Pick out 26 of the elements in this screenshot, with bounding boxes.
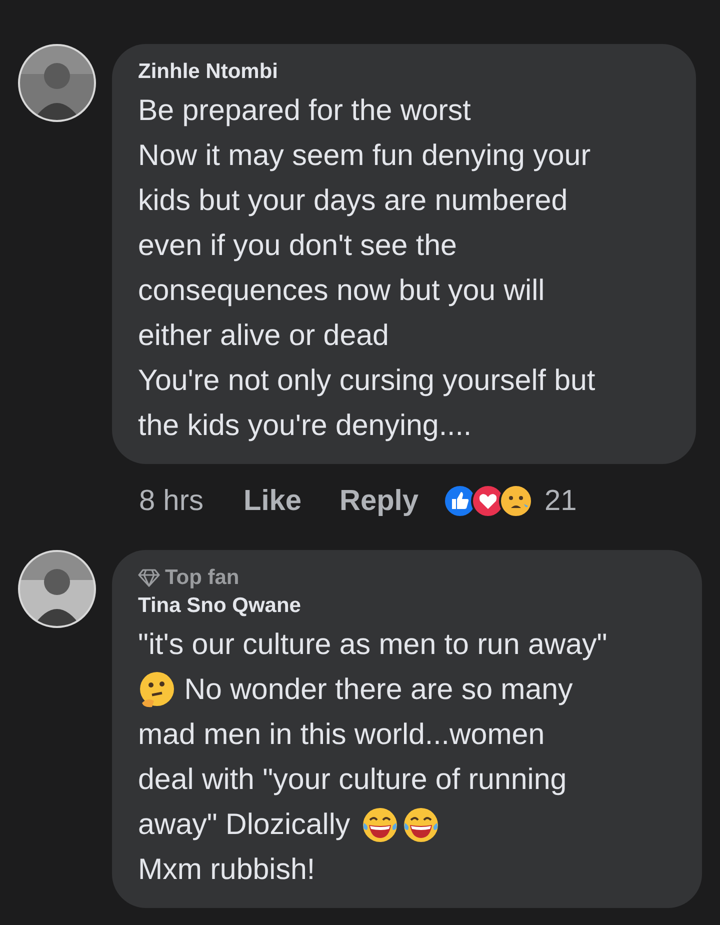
comment-text: even if you don't see the [138,228,457,262]
reaction-count[interactable]: 21 [544,484,577,518]
laughing-face-icon [402,806,440,844]
comment-text: No wonder there are so many [183,672,573,706]
comment-text: either alive or dead [138,318,389,352]
comment-text: the kids you're denying.... [138,408,472,442]
comment-text: mad men in this world...women [138,718,545,752]
diamond-icon [138,569,160,587]
comment-text: deal with "your culture of running [138,762,567,796]
fan-label: Top fan [165,566,240,590]
comment-action-link[interactable]: Like [243,484,302,518]
comment-text: consequences now but you will [138,274,545,308]
comment-text: "it's our culture as men to run away" [138,628,608,662]
comment-author[interactable]: Zinhle Ntombi [138,60,674,84]
comment-text: away" Dlozically [138,808,352,842]
laughing-face-icon [361,806,400,844]
comment-action-link[interactable]: Reply [340,484,418,518]
sad-face-reaction-icon [498,484,532,518]
comment-time: 8 hrs [139,484,204,518]
comment-author[interactable]: Tina Sno Qwane [138,594,680,618]
comment-text: Be prepared for the worst [138,94,471,128]
comment-text: kids but your days are numbered [138,184,568,218]
comment-text: You're not only cursing yourself but [138,364,596,398]
thinking-face-icon [138,670,176,708]
comment-text: Now it may seem fun denying your [138,138,591,172]
comment-text: Mxm rubbish! [138,852,316,886]
